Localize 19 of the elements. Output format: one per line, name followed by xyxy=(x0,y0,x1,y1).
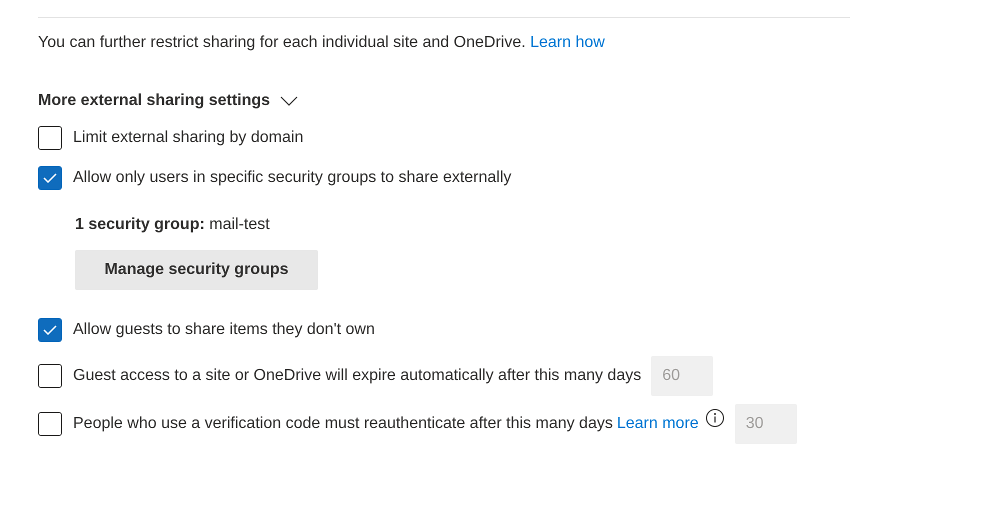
checkbox[interactable] xyxy=(38,364,62,388)
checkbox[interactable] xyxy=(38,318,62,342)
checkbox[interactable] xyxy=(38,166,62,190)
intro-text: You can further restrict sharing for each individual site and OneDrive. Learn how xyxy=(38,33,606,53)
section-heading: More external sharing settings xyxy=(38,91,270,111)
security-group-summary: 1 security group: mail-test xyxy=(75,215,271,235)
info-icon[interactable] xyxy=(704,408,725,428)
checkbox[interactable] xyxy=(38,126,62,150)
checkbox-label: People who use a verification code must reauthenticate after this many days xyxy=(73,414,613,434)
checkbox-label: Allow guests to share items they don't own xyxy=(73,320,375,340)
checkbox[interactable] xyxy=(38,412,62,436)
check-icon xyxy=(43,173,57,183)
checkbox-label: Limit external sharing by domain xyxy=(73,128,304,148)
checkbox-label: Guest access to a site or OneDrive will expire automatically after this many days xyxy=(73,366,642,386)
learn-more-link[interactable]: Learn more xyxy=(616,412,699,436)
check-icon xyxy=(43,325,57,335)
checkbox-label: Allow only users in specific security groups to share externally xyxy=(73,168,512,188)
learn-how-link[interactable]: Learn how xyxy=(530,34,605,51)
manage-groups-button[interactable]: Manage security groups xyxy=(75,250,318,290)
